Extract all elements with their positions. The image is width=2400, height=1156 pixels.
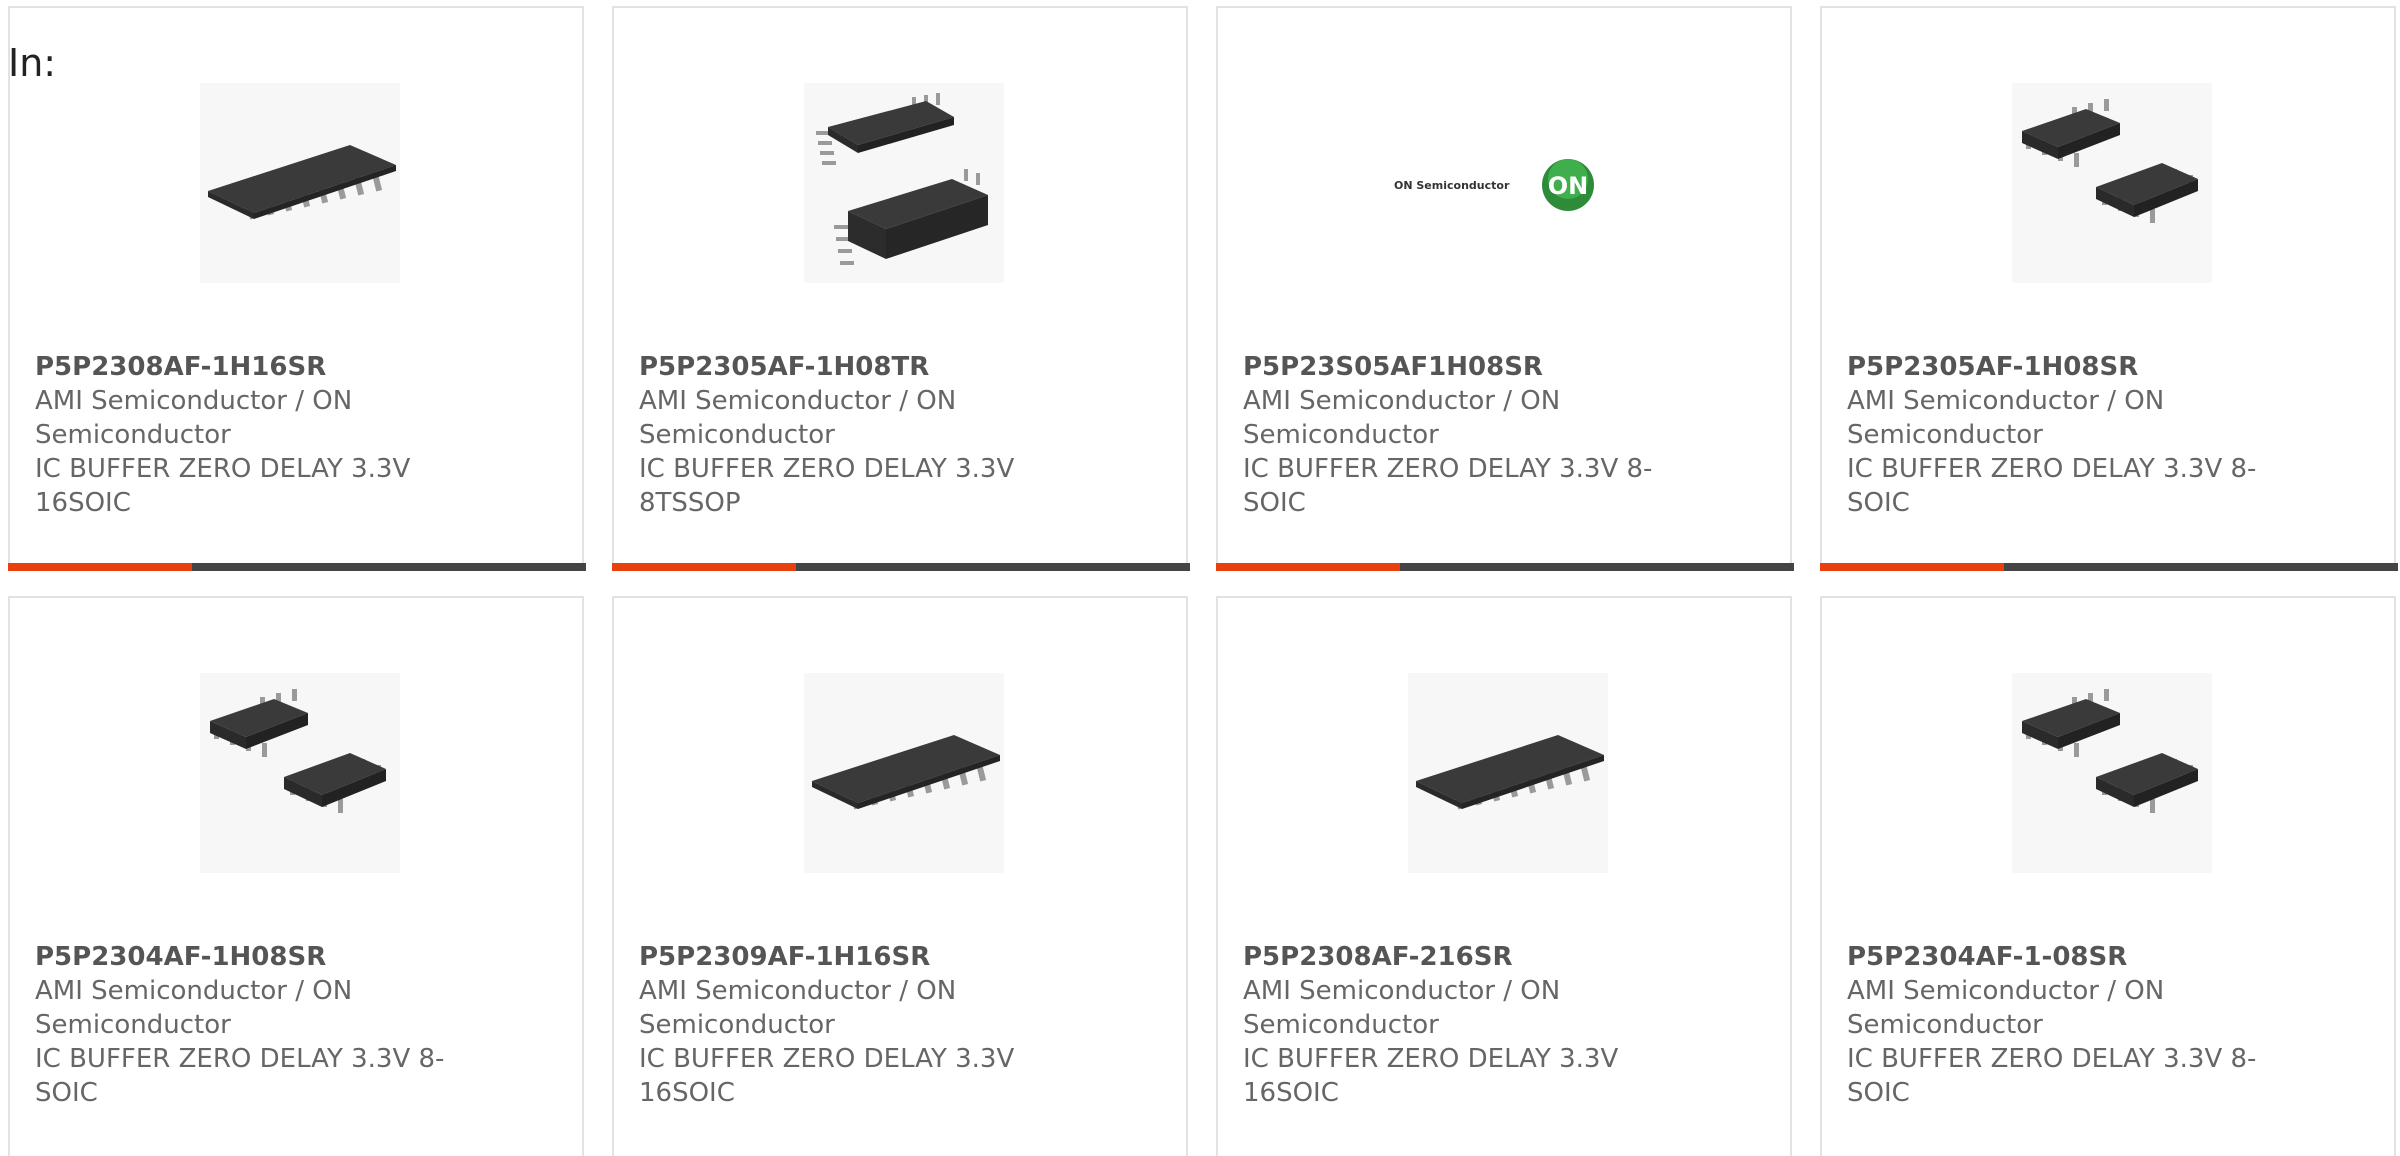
part-number[interactable]: P5P2308AF-216SR xyxy=(1243,940,1512,974)
manufacturer: AMI Semiconductor / ON Semiconductor xyxy=(639,386,957,450)
product-card[interactable]: P5P2308AF-216SR AMI Semiconductor / ON S… xyxy=(1216,596,1792,1156)
part-number[interactable]: P5P2305AF-1H08TR xyxy=(639,350,929,384)
description: IC BUFFER ZERO DELAY 3.3V 8-SOIC xyxy=(1847,454,2257,518)
card-accent-bar xyxy=(612,563,796,571)
card-bottom-bar xyxy=(1216,563,1794,571)
description: IC BUFFER ZERO DELAY 3.3V 16SOIC xyxy=(35,454,411,518)
part-number[interactable]: P5P2305AF-1H08SR xyxy=(1847,350,2138,384)
manufacturer: AMI Semiconductor / ON Semiconductor xyxy=(1847,976,2165,1040)
part-number[interactable]: P5P2309AF-1H16SR xyxy=(639,940,930,974)
card-bottom-bar xyxy=(612,563,1190,571)
product-card[interactable]: P5P2305AF-1H08SR AMI Semiconductor / ON … xyxy=(1820,6,2398,571)
logo-badge-text: ON xyxy=(1548,172,1589,200)
product-card[interactable]: P5P2304AF-1-08SR AMI Semiconductor / ON … xyxy=(1820,596,2396,1156)
product-image[interactable] xyxy=(200,673,400,873)
product-card[interactable]: ON Semiconductor ON P5P23S05AF1H08SR AMI… xyxy=(1216,6,1794,571)
soic8-chips-icon xyxy=(210,689,386,813)
product-card[interactable]: P5P2308AF-1H16SR AMI Semiconductor / ON … xyxy=(8,6,586,571)
product-image[interactable]: ON Semiconductor ON xyxy=(1388,83,1628,283)
description: IC BUFFER ZERO DELAY 3.3V 8-SOIC xyxy=(1847,1044,2257,1108)
product-image[interactable] xyxy=(2012,83,2212,283)
description: IC BUFFER ZERO DELAY 3.3V 8TSSOP xyxy=(639,454,1015,518)
card-accent-bar xyxy=(8,563,192,571)
card-bottom-bar xyxy=(8,563,586,571)
product-grid: P5P2308AF-1H16SR AMI Semiconductor / ON … xyxy=(8,6,2400,1156)
description: IC BUFFER ZERO DELAY 3.3V 8-SOIC xyxy=(35,1044,445,1108)
filter-label: In: xyxy=(8,41,57,85)
logo-text: ON Semiconductor xyxy=(1394,179,1510,192)
product-card[interactable]: P5P2309AF-1H16SR AMI Semiconductor / ON … xyxy=(612,596,1188,1156)
manufacturer: AMI Semiconductor / ON Semiconductor xyxy=(1243,976,1561,1040)
soic8-chips-icon xyxy=(2022,99,2198,223)
product-image[interactable] xyxy=(200,83,400,283)
manufacturer: AMI Semiconductor / ON Semiconductor xyxy=(639,976,957,1040)
soic16-chip-icon xyxy=(1416,735,1604,810)
manufacturer: AMI Semiconductor / ON Semiconductor xyxy=(1243,386,1561,450)
product-results-page: In: P5P2308AF-1H16SR AMI Semiconductor /… xyxy=(0,0,2400,1156)
part-number[interactable]: P5P2304AF-1-08SR xyxy=(1847,940,2127,974)
part-number[interactable]: P5P23S05AF1H08SR xyxy=(1243,350,1543,384)
soic8-chips-icon xyxy=(2022,689,2198,813)
product-image[interactable] xyxy=(804,673,1004,873)
product-image[interactable] xyxy=(1408,673,1608,873)
product-card[interactable]: P5P2304AF-1H08SR AMI Semiconductor / ON … xyxy=(8,596,584,1156)
on-semiconductor-logo-icon: ON Semiconductor ON xyxy=(1394,159,1594,211)
product-image[interactable] xyxy=(804,83,1004,283)
product-card[interactable]: P5P2305AF-1H08TR AMI Semiconductor / ON … xyxy=(612,6,1190,571)
part-number[interactable]: P5P2304AF-1H08SR xyxy=(35,940,326,974)
soic16-chip-icon xyxy=(812,735,1000,810)
description: IC BUFFER ZERO DELAY 3.3V 8-SOIC xyxy=(1243,454,1653,518)
tssop8-chips-icon xyxy=(816,93,988,265)
card-bottom-bar xyxy=(1820,563,2398,571)
manufacturer: AMI Semiconductor / ON Semiconductor xyxy=(35,976,353,1040)
soic16-chip-icon xyxy=(208,145,396,220)
description: IC BUFFER ZERO DELAY 3.3V 16SOIC xyxy=(1243,1044,1619,1108)
description: IC BUFFER ZERO DELAY 3.3V 16SOIC xyxy=(639,1044,1015,1108)
card-accent-bar xyxy=(1216,563,1400,571)
part-number[interactable]: P5P2308AF-1H16SR xyxy=(35,350,326,384)
manufacturer: AMI Semiconductor / ON Semiconductor xyxy=(1847,386,2165,450)
manufacturer: AMI Semiconductor / ON Semiconductor xyxy=(35,386,353,450)
card-accent-bar xyxy=(1820,563,2004,571)
product-image[interactable] xyxy=(2012,673,2212,873)
